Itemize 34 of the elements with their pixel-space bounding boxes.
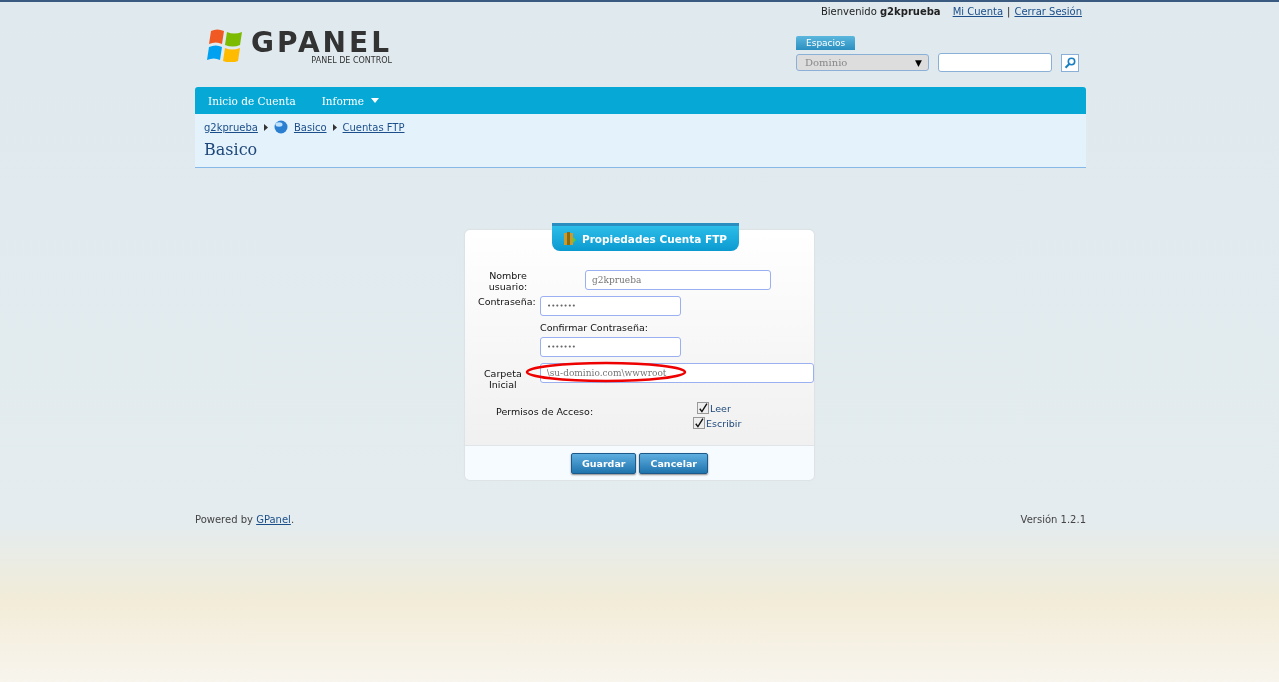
logout-link[interactable]: Cerrar Sesión	[1014, 5, 1082, 17]
field-label: Confirmar Contraseña:	[540, 322, 648, 333]
breadcrumb-link[interactable]: Cuentas FTP	[342, 121, 405, 133]
arrow-icon	[263, 123, 268, 131]
version-text: Versión 1.2.1	[1020, 514, 1086, 525]
arrow-icon	[332, 123, 337, 131]
domain-dropdown[interactable]: Dominio ▼	[796, 54, 929, 71]
logo-subtitle: PANEL DE CONTROL	[311, 56, 392, 65]
permission-checkbox[interactable]: Escribir	[693, 417, 742, 429]
form-title: Propiedades Cuenta FTP	[552, 223, 740, 251]
breadcrumb-link[interactable]: Basico	[293, 121, 327, 133]
gpanel-link[interactable]: GPanel	[256, 514, 291, 525]
flag-logo-icon	[207, 28, 245, 62]
username-field[interactable]: g2kprueba	[585, 270, 771, 290]
field-label: Carpeta Inicial	[482, 368, 523, 390]
field-label: Permisos de Acceso:	[496, 406, 594, 419]
powered-text: Powered by GPanel.	[195, 514, 295, 525]
search-field[interactable]	[938, 53, 1052, 72]
form-button[interactable]: Guardar	[570, 452, 637, 474]
welcome-text: Bienvenido g2kprueba	[821, 5, 941, 17]
form-button[interactable]: Cancelar	[639, 452, 709, 474]
globe-icon	[273, 120, 288, 134]
page-title: Basico	[204, 140, 259, 159]
checkmark-icon	[698, 403, 709, 413]
separator-text: |	[1007, 5, 1011, 17]
search-icon	[1064, 56, 1076, 69]
field-label: Contraseña:	[478, 296, 537, 307]
field-label: Nombre usuario:	[487, 270, 529, 292]
permission-checkbox[interactable]: Leer	[697, 402, 742, 414]
account-link[interactable]: Mi Cuenta	[952, 5, 1004, 17]
breadcrumb-link[interactable]: g2kprueba	[204, 121, 258, 133]
book-icon	[564, 232, 576, 245]
search-button[interactable]	[1061, 53, 1079, 72]
checkmark-icon	[694, 418, 705, 428]
